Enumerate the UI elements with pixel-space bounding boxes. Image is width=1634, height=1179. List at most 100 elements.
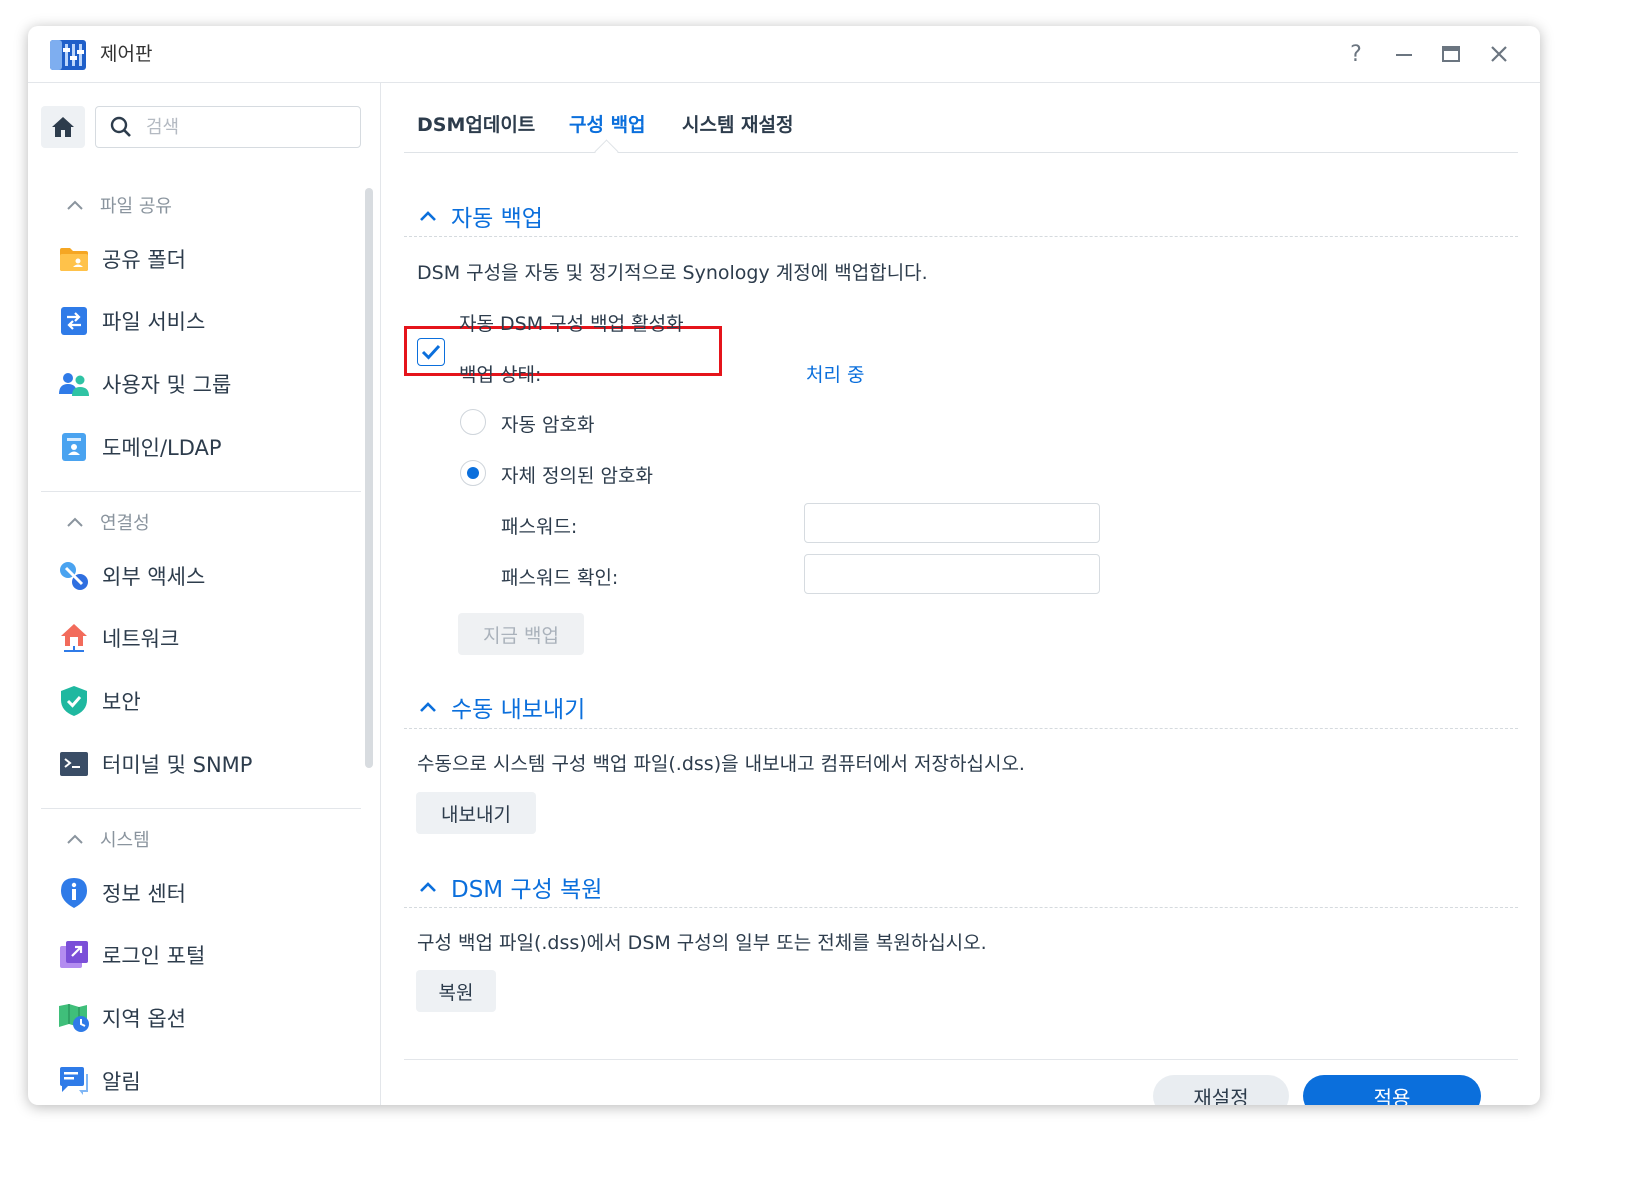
- checkmark-icon: [421, 344, 441, 360]
- login-portal-icon: [58, 939, 90, 971]
- section-header-restore[interactable]: DSM 구성 복원: [419, 870, 602, 904]
- group-label: 연결성: [100, 513, 150, 534]
- close-button[interactable]: [1483, 38, 1515, 70]
- section-divider: [404, 907, 1518, 908]
- enable-auto-backup-label[interactable]: 자동 DSM 구성 백업 활성화: [459, 309, 684, 336]
- enable-auto-backup-checkbox[interactable]: [417, 338, 445, 366]
- sidebar-item-label: 외부 액세스: [102, 565, 206, 589]
- maximize-icon: [1442, 46, 1460, 62]
- window-title: 제어판: [100, 43, 153, 65]
- backup-now-button[interactable]: 지금 백업: [458, 613, 584, 655]
- password-label: 패스워드:: [501, 516, 578, 538]
- security-shield-icon: [58, 685, 90, 717]
- backup-status-value: 처리 중: [806, 364, 865, 386]
- sidebar-item-label: 보안: [102, 690, 141, 714]
- group-label: 시스템: [100, 830, 150, 851]
- reset-button[interactable]: 재설정: [1153, 1075, 1289, 1105]
- chevron-up-icon: [420, 702, 436, 712]
- terminal-icon: [58, 748, 90, 780]
- chevron-up-icon: [420, 882, 436, 892]
- auto-encryption-label[interactable]: 자동 암호화: [501, 410, 594, 437]
- regional-options-icon: [58, 1002, 90, 1034]
- sidebar-scrollbar[interactable]: [365, 188, 373, 768]
- control-panel-window: 제어판 ? 파일 공유 공: [28, 26, 1540, 1105]
- chevron-up-icon: [420, 211, 436, 221]
- sidebar-item-login-portal[interactable]: 로그인 포털: [58, 932, 358, 978]
- sidebar-item-label: 도메인/LDAP: [102, 436, 222, 460]
- footer-divider: [404, 1059, 1518, 1060]
- sidebar-item-shared-folder[interactable]: 공유 폴더: [58, 236, 358, 282]
- sidebar-item-label: 사용자 및 그룹: [102, 373, 232, 397]
- sidebar-item-label: 알림: [102, 1070, 141, 1094]
- apply-button[interactable]: 적용: [1303, 1075, 1481, 1105]
- info-center-icon: [58, 877, 90, 909]
- password-confirm-field[interactable]: [804, 554, 1100, 594]
- network-icon: [58, 622, 90, 654]
- external-access-icon: [58, 560, 90, 592]
- section-header-manual-export[interactable]: 수동 내보내기: [419, 690, 585, 724]
- sidebar-divider: [41, 808, 361, 809]
- sidebar-item-label: 정보 센터: [102, 882, 186, 906]
- section-divider: [404, 728, 1518, 729]
- export-button[interactable]: 내보내기: [416, 792, 536, 834]
- custom-encryption-radio[interactable]: [460, 460, 486, 486]
- users-groups-icon: [58, 368, 90, 400]
- sidebar-item-regional-options[interactable]: 지역 옵션: [58, 995, 358, 1041]
- sidebar-item-network[interactable]: 네트워크: [58, 615, 358, 661]
- backup-status-label: 백업 상태:: [459, 364, 542, 386]
- close-icon: [1491, 46, 1507, 62]
- home-icon: [52, 117, 74, 137]
- restore-button[interactable]: 복원: [416, 970, 496, 1012]
- tab-config-backup[interactable]: 구성 백업: [569, 110, 646, 137]
- sidebar-item-external-access[interactable]: 외부 액세스: [58, 553, 358, 599]
- sidebar-item-notification[interactable]: 알림: [58, 1058, 358, 1104]
- custom-encryption-label[interactable]: 자체 정의된 암호화: [501, 461, 653, 488]
- notification-icon: [58, 1065, 90, 1097]
- sidebar-item-label: 터미널 및 SNMP: [102, 753, 253, 777]
- minimize-icon: [1396, 54, 1412, 56]
- sidebar-item-file-services[interactable]: 파일 서비스: [58, 298, 358, 344]
- sidebar-item-terminal-snmp[interactable]: 터미널 및 SNMP: [58, 741, 358, 787]
- home-button[interactable]: [41, 106, 85, 148]
- minimize-button[interactable]: [1388, 38, 1420, 70]
- group-header-system[interactable]: 시스템: [66, 826, 150, 852]
- section-title: DSM 구성 복원: [451, 877, 603, 903]
- sidebar-item-label: 공유 폴더: [102, 248, 186, 272]
- sidebar-item-domain-ldap[interactable]: 도메인/LDAP: [58, 424, 358, 470]
- sidebar-divider: [41, 491, 361, 492]
- control-panel-app-icon: [50, 38, 86, 70]
- auto-backup-description: DSM 구성을 자동 및 정기적으로 Synology 계정에 백업합니다.: [417, 262, 928, 284]
- chevron-up-icon: [67, 834, 83, 844]
- search-box: [95, 106, 361, 148]
- auto-encryption-radio[interactable]: [460, 409, 486, 435]
- sidebar-item-info-center[interactable]: 정보 센터: [58, 870, 358, 916]
- domain-ldap-icon: [58, 431, 90, 463]
- sidebar-item-label: 지역 옵션: [102, 1007, 186, 1031]
- help-icon: ?: [1350, 41, 1362, 67]
- sidebar-item-label: 파일 서비스: [102, 310, 206, 334]
- chevron-up-icon: [67, 517, 83, 527]
- maximize-button[interactable]: [1435, 38, 1467, 70]
- group-header-file-sharing[interactable]: 파일 공유: [66, 192, 172, 218]
- title-bar: 제어판 ?: [28, 26, 1540, 83]
- section-title: 자동 백업: [451, 206, 543, 232]
- active-tab-indicator: [594, 139, 619, 164]
- password-field[interactable]: [804, 503, 1100, 543]
- sidebar-item-users-groups[interactable]: 사용자 및 그룹: [58, 361, 358, 407]
- search-input[interactable]: [144, 107, 348, 147]
- help-button[interactable]: ?: [1340, 38, 1372, 70]
- main-panel: DSM업데이트 구성 백업 시스템 재설정 자동 백업 DSM 구성을 자동 및…: [381, 83, 1540, 1105]
- group-header-connectivity[interactable]: 연결성: [66, 509, 150, 535]
- section-header-auto-backup[interactable]: 자동 백업: [419, 199, 543, 233]
- search-icon: [110, 116, 131, 137]
- section-title: 수동 내보내기: [451, 697, 586, 723]
- tab-dsm-update[interactable]: DSM업데이트: [417, 110, 535, 137]
- group-label: 파일 공유: [100, 196, 172, 217]
- tab-bar: DSM업데이트 구성 백업 시스템 재설정: [404, 83, 1518, 164]
- tab-system-reset[interactable]: 시스템 재설정: [682, 110, 794, 137]
- file-services-icon: [58, 305, 90, 337]
- shared-folder-icon: [58, 243, 90, 275]
- sidebar-item-security[interactable]: 보안: [58, 678, 358, 724]
- sidebar-item-label: 네트워크: [102, 627, 180, 651]
- sidebar-item-label: 로그인 포털: [102, 944, 206, 968]
